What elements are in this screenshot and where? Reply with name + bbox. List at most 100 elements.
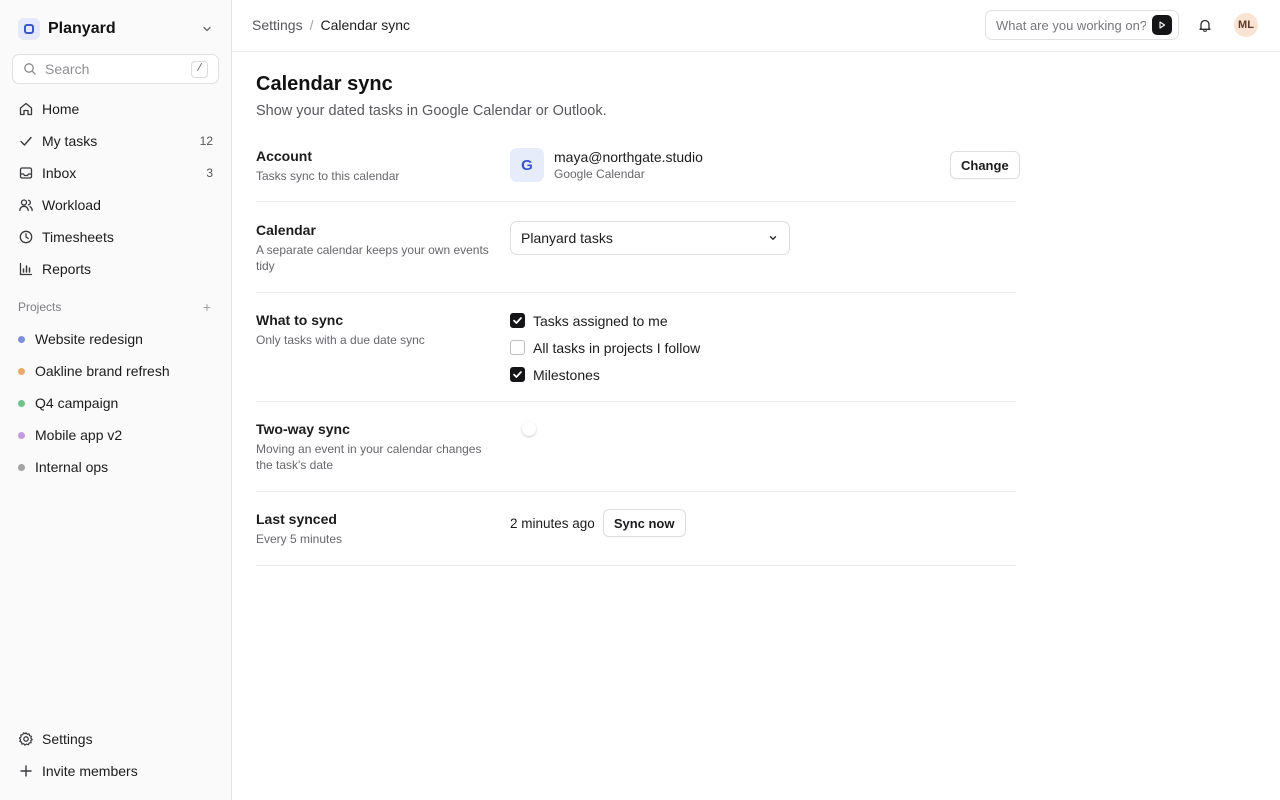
account-description: Tasks sync to this calendar [256,169,400,183]
avatar[interactable]: ML [1234,13,1258,37]
checkbox-checked[interactable] [510,367,525,382]
topbar: Settings / Calendar sync ML [232,0,1280,52]
calendar-title: Calendar [256,222,316,238]
sync-option-milestones[interactable]: Milestones [510,361,700,388]
project-color-dot [18,431,25,439]
main-nav: Home My tasks 12 Inbox 3 Workload Timesh… [12,93,220,285]
projects-list: Website redesign Oakline brand refresh Q… [12,323,220,483]
project-label: Internal ops [35,459,109,475]
sidebar-item-project-website-redesign[interactable]: Website redesign [12,323,220,355]
sidebar-item-label: Timesheets [42,229,114,245]
sidebar-item-home[interactable]: Home [12,93,220,125]
what-to-sync-title: What to sync [256,312,344,328]
sidebar: Planyard / Home My tasks 12 [0,0,232,800]
sync-options: Tasks assigned to me All tasks in projec… [510,307,700,388]
play-icon[interactable] [1152,15,1172,35]
sidebar-item-label: My tasks [42,133,98,149]
project-color-dot [18,399,25,407]
sync-option-label: All tasks in projects I follow [533,339,701,356]
bar-chart-icon [18,261,34,277]
page-subtitle: Show your dated tasks in Google Calendar… [256,103,607,119]
account-title: Account [256,148,312,164]
breadcrumb-current: Calendar sync [320,17,410,33]
bell-icon[interactable] [1197,17,1213,33]
sync-option-label: Milestones [533,366,600,383]
calendar-description: A separate calendar keeps your own event… [256,243,489,273]
last-synced-title: Last synced [256,511,337,527]
what-to-sync-row: What to sync Only tasks with a due date … [256,312,1016,402]
home-icon [18,101,34,117]
workspace-logo-icon [18,18,40,40]
sync-option-assigned[interactable]: Tasks assigned to me [510,307,700,334]
checkbox-unchecked[interactable] [510,340,525,355]
sidebar-item-label: Workload [42,197,101,213]
two-way-sync-description: Moving an event in your calendar changes… [256,442,482,472]
last-synced-time: 2 minutes ago [510,515,595,531]
sidebar-item-label: Invite members [42,763,138,779]
sync-option-followed-projects[interactable]: All tasks in projects I follow [510,334,700,361]
calendar-row: Calendar A separate calendar keeps your … [256,221,1016,293]
calendar-select-value: Planyard tasks [521,230,613,246]
search-icon [23,62,37,76]
calendar-select[interactable]: Planyard tasks [510,221,790,255]
sync-option-label: Tasks assigned to me [533,312,668,329]
account-row: Account Tasks sync to this calendar G ma… [256,148,1020,202]
check-icon [18,133,34,149]
change-account-button[interactable]: Change [950,151,1020,179]
workspace-switcher[interactable]: Planyard [18,18,214,40]
search-shortcut-hint: / [191,60,208,78]
project-label: Website redesign [35,331,143,347]
sidebar-item-project-internal-ops[interactable]: Internal ops [12,451,220,483]
sidebar-item-my-tasks[interactable]: My tasks 12 [12,125,220,157]
clock-icon [18,229,34,245]
quick-log-box [985,10,1179,40]
chevron-down-icon [200,22,214,36]
plus-icon [18,763,34,779]
invite-members-button[interactable]: Invite members [12,755,220,787]
toggle-knob [522,422,536,436]
projects-heading: Projects [18,300,62,314]
sidebar-item-timesheets[interactable]: Timesheets [12,221,220,253]
add-project-icon[interactable]: + [200,299,214,315]
breadcrumb: Settings / Calendar sync [252,17,410,33]
search-input[interactable] [45,61,175,77]
account-email: maya@northgate.studio [554,149,703,165]
projects-header: Projects + [18,299,214,315]
checkbox-checked[interactable] [510,313,525,328]
sidebar-item-project-oakline-brand-refresh[interactable]: Oakline brand refresh [12,355,220,387]
what-to-sync-description: Only tasks with a due date sync [256,333,425,347]
sidebar-item-project-mobile-app-v2[interactable]: Mobile app v2 [12,419,220,451]
project-color-dot [18,335,25,343]
sidebar-item-inbox[interactable]: Inbox 3 [12,157,220,189]
google-icon: G [510,148,544,182]
sync-now-button[interactable]: Sync now [602,509,686,537]
breadcrumb-separator: / [309,17,314,33]
last-synced-description: Every 5 minutes [256,532,343,546]
sidebar-item-reports[interactable]: Reports [12,253,220,285]
breadcrumb-settings-link[interactable]: Settings [252,17,303,33]
account-provider: Google Calendar [554,167,645,181]
my-tasks-count: 12 [199,134,213,148]
sidebar-item-project-q4-campaign[interactable]: Q4 campaign [12,387,220,419]
workspace-name: Planyard [48,20,116,37]
two-way-sync-row: Two-way sync Moving an event in your cal… [256,419,1016,492]
sidebar-item-label: Reports [42,261,92,277]
sidebar-item-label: Inbox [42,165,77,181]
quick-log-input[interactable] [996,17,1146,33]
bottom-nav: Settings Invite members [12,723,220,787]
inbox-count: 3 [206,166,213,180]
sidebar-item-label: Settings [42,731,93,747]
project-color-dot [18,367,25,375]
project-label: Mobile app v2 [35,427,123,443]
gear-icon [18,731,34,747]
sidebar-item-settings[interactable]: Settings [12,723,220,755]
project-label: Oakline brand refresh [35,363,170,379]
two-way-sync-toggle[interactable] [510,419,544,439]
two-way-sync-title: Two-way sync [256,421,350,437]
project-color-dot [18,463,25,471]
chevron-down-icon [767,232,779,244]
sidebar-item-label: Home [42,101,80,117]
inbox-icon [18,165,34,181]
users-icon [18,197,34,213]
sidebar-item-workload[interactable]: Workload [12,189,220,221]
